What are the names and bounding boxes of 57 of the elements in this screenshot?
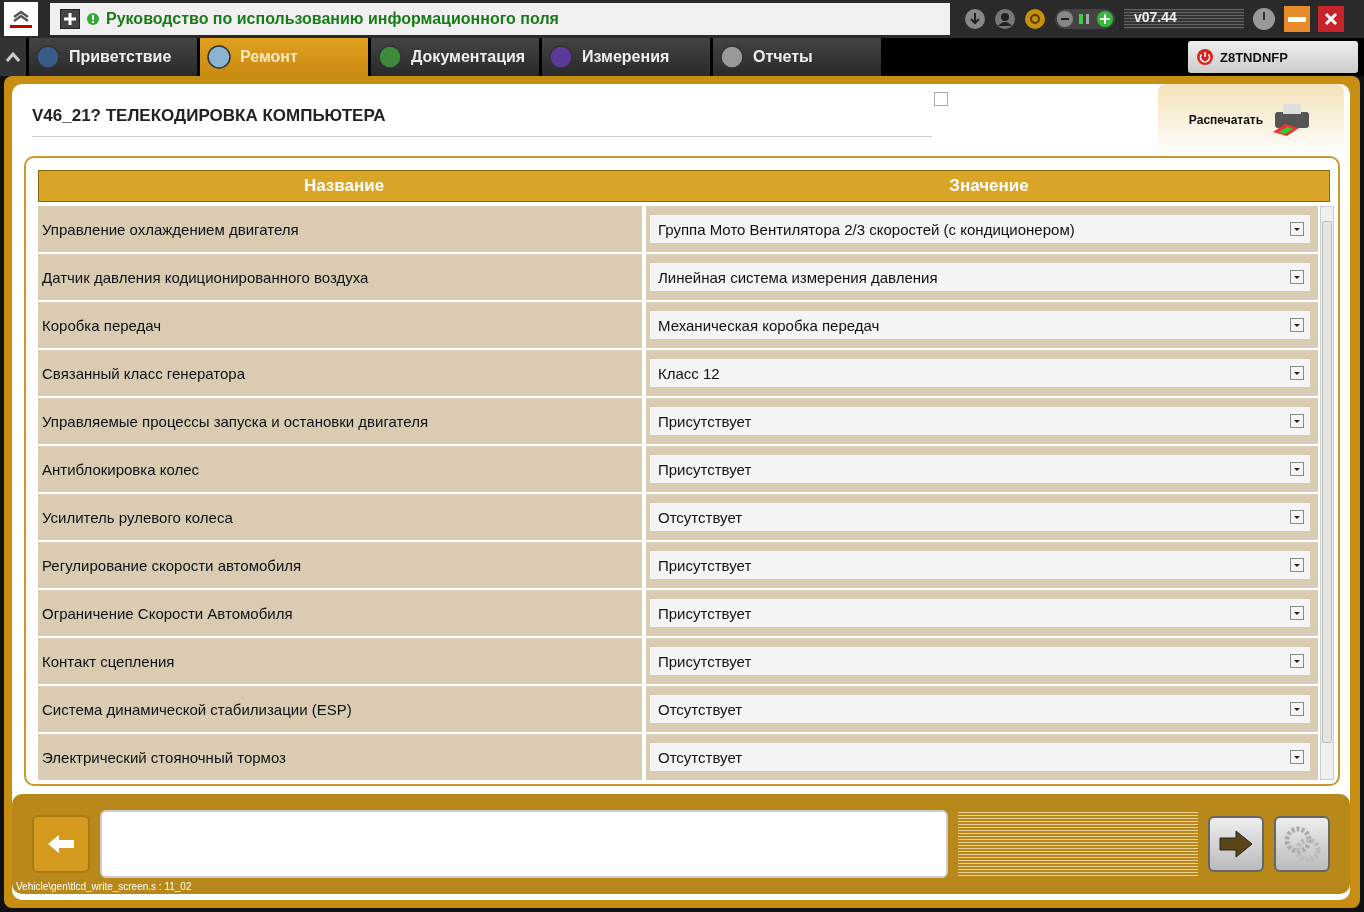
value-dropdown[interactable]: Линейная система измерения давления xyxy=(650,263,1310,291)
value-dropdown[interactable]: Отсутствует xyxy=(650,695,1310,723)
value-dropdown[interactable]: Присутствует xyxy=(650,647,1310,675)
column-header: Название xyxy=(302,175,386,197)
value-dropdown[interactable]: Отсутствует xyxy=(650,503,1310,531)
table-cell: Регулирование скорости автомобиля xyxy=(38,542,642,588)
value-dropdown[interactable]: Присутствует xyxy=(650,407,1310,435)
version-label: v07.44 xyxy=(1124,9,1244,29)
power-icon xyxy=(1196,48,1214,66)
expand-toggle[interactable] xyxy=(934,92,948,106)
scrollbar[interactable] xyxy=(1320,206,1334,780)
plus-icon[interactable] xyxy=(60,9,80,29)
page-title: V46_21? ТЕЛЕКОДИРОВКА КОМПЬЮТЕРА xyxy=(32,106,387,126)
close-button[interactable] xyxy=(1318,6,1344,32)
gears-icon xyxy=(1282,824,1322,864)
value-dropdown[interactable]: Присутствует xyxy=(650,551,1310,579)
table-cell: Датчик давления кодиционированного воздуха xyxy=(38,254,642,300)
collapse-button[interactable] xyxy=(0,38,26,76)
table-cell: Электрический стояночный тормоз xyxy=(38,734,642,780)
guide-title: Руководство по использованию информационного поля xyxy=(106,10,559,28)
table-cell: Управляемые процессы запуска и остановки двигателя xyxy=(38,398,642,444)
arrow-right-icon xyxy=(1218,829,1254,859)
value-dropdown[interactable]: Механическая коробка передач xyxy=(650,311,1310,339)
print-button[interactable]: Распечатать xyxy=(1158,84,1344,156)
table-cell: Антиблокировка колес xyxy=(38,446,642,492)
chevron-up-icon xyxy=(6,52,20,62)
volume-icon[interactable] xyxy=(1054,8,1116,30)
table-cell: Коробка передач xyxy=(38,302,642,348)
vehicle-id-button[interactable]: Z8TNDNFP xyxy=(1188,41,1358,73)
logo-icon xyxy=(4,2,38,36)
user-icon[interactable] xyxy=(994,8,1016,30)
table-cell: Ограничение Скорости Автомобиля xyxy=(38,590,642,636)
table-cell: Система динамической стабилизации (ESP) xyxy=(38,686,642,732)
minimize-button[interactable] xyxy=(1284,6,1310,32)
value-dropdown[interactable]: Группа Мото Вентилятора 2/3 скоростей (с кондиционером) xyxy=(650,215,1310,243)
next-button[interactable] xyxy=(1208,816,1264,872)
arrow-left-icon xyxy=(46,833,76,855)
table-cell: Управление охлаждением двигателя xyxy=(38,206,642,252)
table-cell: Усилитель рулевого колеса xyxy=(38,494,642,540)
tab[interactable]: Приветствие xyxy=(29,38,197,76)
power-icon[interactable] xyxy=(1252,7,1276,31)
status-icon xyxy=(86,12,100,26)
value-dropdown[interactable]: Отсутствует xyxy=(650,743,1310,771)
tab[interactable]: Документация xyxy=(371,38,539,76)
value-dropdown[interactable]: Присутствует xyxy=(650,455,1310,483)
value-dropdown[interactable]: Присутствует xyxy=(650,599,1310,627)
back-button[interactable] xyxy=(32,815,90,873)
tab[interactable]: Отчеты xyxy=(713,38,881,76)
table-cell: Связанный класс генератора xyxy=(38,350,642,396)
settings-button[interactable] xyxy=(1274,816,1330,872)
table-cell: Контакт сцепления xyxy=(38,638,642,684)
value-dropdown[interactable]: Класс 12 xyxy=(650,359,1310,387)
script-path: Vehicle\gen\tlcd_write_screen.s : 11_02 xyxy=(16,881,192,892)
column-header: Значение xyxy=(948,175,1030,197)
close-icon xyxy=(1323,11,1339,27)
download-icon[interactable] xyxy=(964,8,986,30)
tab[interactable]: Измерения xyxy=(542,38,710,76)
